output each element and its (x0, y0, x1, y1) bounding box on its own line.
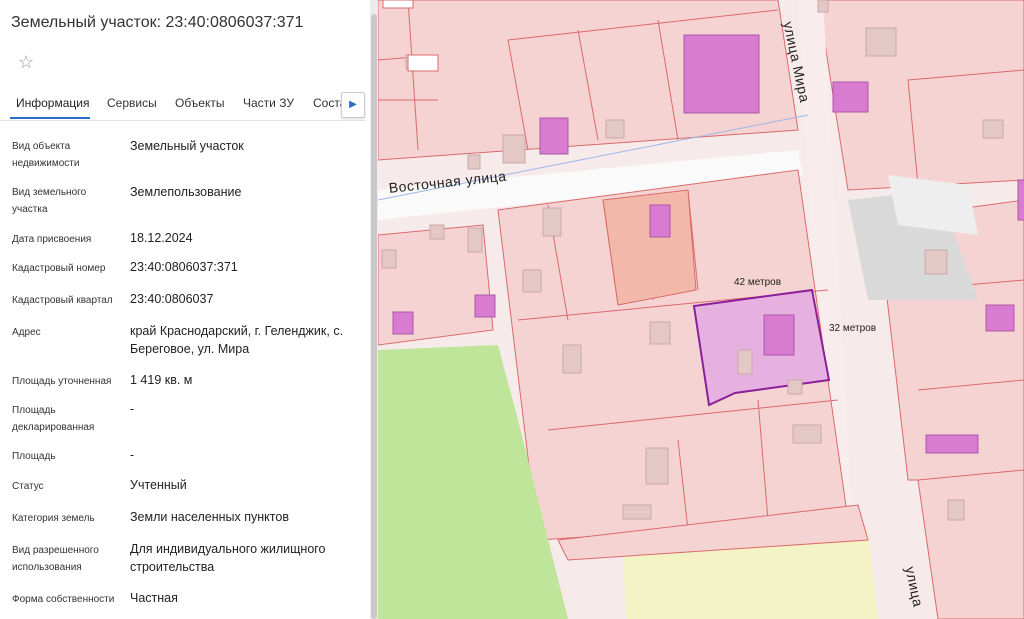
label-object-type: Вид объекта недвижимости (12, 141, 80, 169)
tab-info[interactable]: Информация (16, 96, 89, 110)
label-area-refined: Площадь уточненная (12, 376, 112, 387)
value-ownership: Частная (130, 591, 178, 605)
label-assign-date: Дата присвоения (12, 234, 92, 245)
page-title: Земельный участок: 23:40:0806037:371 (11, 14, 304, 31)
panel-scrollbar-thumb[interactable] (371, 14, 377, 619)
tab-objects[interactable]: Объекты (175, 96, 225, 110)
star-outline-icon[interactable]: ☆ (18, 52, 34, 72)
tab-parts[interactable]: Части ЗУ (243, 96, 294, 110)
label-status: Статус (12, 481, 44, 492)
value-area-refined: 1 419 кв. м (130, 373, 193, 387)
tab-active-indicator (10, 117, 90, 119)
value-area: - (130, 448, 135, 462)
value-parcel-type: Землепользование (130, 185, 242, 199)
value-status: Учтенный (130, 478, 187, 492)
value-address: край Краснодарский, г. Геленджик, с. Бер… (130, 324, 344, 356)
value-assign-date: 18.12.2024 (130, 231, 193, 245)
label-permitted-use: Вид разрешенного использования (12, 545, 99, 573)
value-cadastral-quarter: 23:40:0806037 (130, 292, 214, 306)
info-panel: Земельный участок: 23:40:0806037:371 ☆ И… (0, 0, 370, 619)
value-cadastral-number: 23:40:0806037:371 (130, 260, 238, 274)
label-cadastral-quarter: Кадастровый квартал (12, 295, 113, 306)
label-ownership: Форма собственности (12, 594, 115, 605)
tab-bar: Информация Сервисы Объекты Части ЗУ Сост… (0, 88, 366, 121)
value-area-declared: - (130, 402, 135, 416)
label-address: Адрес (12, 327, 41, 338)
label-land-category: Категория земель (12, 513, 95, 524)
dimension-height-label: 32 метров (829, 323, 877, 334)
map-canvas[interactable] (378, 0, 1024, 619)
value-permitted-use: Для индивидуального жилищного строительс… (130, 542, 326, 574)
cadastral-map[interactable]: Восточная улица улица Мира улица 42 метр… (378, 0, 1024, 619)
label-area-declared: Площадь декларированная (12, 405, 95, 433)
value-land-category: Земли населенных пунктов (130, 510, 289, 524)
value-object-type: Земельный участок (130, 139, 244, 153)
chevron-right-icon[interactable]: ▶ (341, 92, 365, 118)
label-cadastral-number: Кадастровый номер (12, 263, 106, 274)
label-area: Площадь (12, 451, 56, 462)
tab-services[interactable]: Сервисы (107, 96, 157, 110)
dimension-width-label: 42 метров (734, 277, 782, 288)
label-parcel-type: Вид земельного участка (12, 187, 87, 215)
